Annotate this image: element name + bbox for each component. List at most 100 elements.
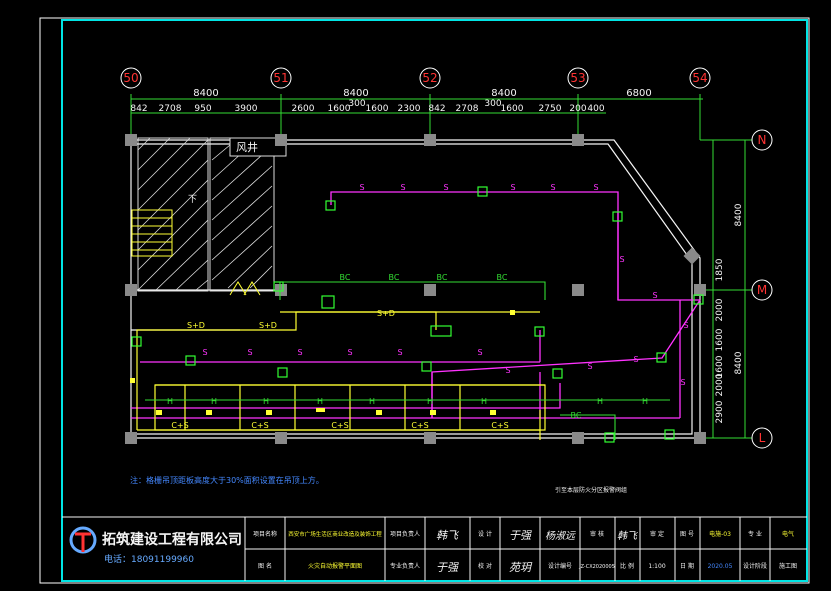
dim-seg: 950: [194, 104, 211, 114]
dim-total-4: 6800: [626, 88, 651, 99]
pipe-label-s: S: [587, 362, 592, 371]
approve-label: 审 定: [650, 530, 664, 538]
stage-label: 设计阶段: [743, 562, 767, 570]
pipe-label-h: H: [597, 397, 603, 406]
dim-seg: 842: [130, 104, 147, 114]
pipe-label-cs: C+S: [331, 421, 348, 430]
dim-seg: 200: [569, 104, 586, 114]
axis-label-L: L: [759, 431, 766, 445]
stage-value: 施工图: [779, 562, 797, 570]
company-phone: 电话：18091199960: [104, 553, 194, 565]
axis-label-M: M: [757, 283, 767, 297]
project-name-value: 西安市广场生活区商业改造及装饰工程: [288, 530, 382, 538]
column: [125, 134, 137, 146]
axis-label-52: 52: [422, 71, 437, 85]
date-value: 2020.05: [708, 563, 733, 570]
column: [275, 284, 287, 296]
discipline-label: 专 业: [748, 530, 762, 538]
axis-label-N: N: [758, 133, 767, 147]
pipe-label-sd: S+D: [377, 309, 395, 318]
pipe-label-s: S: [505, 366, 510, 375]
pipe-label-h: H: [317, 397, 323, 406]
pipe-label-h: H: [642, 397, 648, 406]
pipe-label-sd: S+D: [187, 321, 205, 330]
pipe-label-h: H: [427, 397, 433, 406]
pipe-label-s: S: [247, 348, 252, 357]
pipe-label-s: S: [680, 378, 685, 387]
pipe-label-cs: C+S: [491, 421, 508, 430]
review-label: 审 核: [590, 530, 604, 538]
pipe-label-bc: BC: [497, 273, 508, 282]
discipline-value: 电气: [782, 530, 794, 538]
drawing-name-label: 图 名: [258, 562, 272, 570]
scale-value: 1:100: [648, 563, 665, 570]
specialty-lead-sig: 于强: [436, 561, 459, 574]
pipe-label-bc: BC: [571, 411, 582, 420]
column: [424, 432, 436, 444]
column: [424, 284, 436, 296]
design-sig: 于强: [509, 529, 532, 542]
pipe-label-h: H: [211, 397, 217, 406]
dim-seg: 1600: [328, 104, 351, 114]
main-note: 注：格栅吊顶距板高度大于30%面积设置在吊顶上方。: [130, 475, 324, 485]
pipe-label-s: S: [477, 348, 482, 357]
dim-total-2: 8400: [343, 88, 368, 99]
pipe-label-s: S: [397, 348, 402, 357]
dim-seg: 2750: [539, 104, 562, 114]
column: [572, 284, 584, 296]
shaft-label: 风井: [236, 140, 258, 154]
column: [572, 432, 584, 444]
column: [125, 432, 137, 444]
review-sig: 杨淑远: [545, 530, 576, 542]
column: [275, 134, 287, 146]
design-no-label: 设计编号: [548, 562, 572, 570]
check-sig: 苑玥: [509, 561, 533, 574]
pipe-label-cs: C+S: [251, 421, 268, 430]
dim-seg: 1600: [366, 104, 389, 114]
dim-right-inner: 1600: [715, 328, 725, 351]
scale-label: 比 例: [620, 562, 634, 570]
pipe-label-bc: BC: [437, 273, 448, 282]
pipe-label-s: S: [202, 348, 207, 357]
axis-label-50: 50: [123, 71, 138, 85]
dim-seg: 3900: [235, 104, 258, 114]
pipe-label-s: S: [652, 291, 657, 300]
dim-seg: 2600: [292, 104, 315, 114]
design-label: 设 计: [478, 530, 492, 538]
pipe-label-s: S: [359, 183, 364, 192]
drawing-no-label: 图 号: [680, 531, 694, 538]
dim-total-1: 8400: [193, 88, 218, 99]
specialty-lead-label: 专业负责人: [390, 562, 420, 570]
pipe-label-s: S: [443, 183, 448, 192]
axis-label-54: 54: [692, 71, 707, 85]
pipe-label-s: S: [400, 183, 405, 192]
project-lead-label: 项目负责人: [390, 530, 420, 538]
column: [572, 134, 584, 146]
dim-right-outer: 8400: [734, 351, 744, 374]
dim-seg: 2708: [456, 104, 479, 114]
dim-total-3: 8400: [491, 88, 516, 99]
pipe-label-s: S: [297, 348, 302, 357]
pipe-label-h: H: [481, 397, 487, 406]
column: [424, 134, 436, 146]
pipe-label-cs: C+S: [411, 421, 428, 430]
dim-seg: 1600: [501, 104, 524, 114]
pipe-label-h: H: [167, 397, 173, 406]
pipe-label-h: H: [263, 397, 269, 406]
column: [125, 284, 137, 296]
pipe-label-s: S: [633, 355, 638, 364]
axis-label-53: 53: [570, 71, 585, 85]
column: [694, 432, 706, 444]
pipe-label-s: S: [683, 321, 688, 330]
pipe-label-s: S: [510, 183, 515, 192]
dim-seg: 300: [484, 99, 501, 109]
column: [275, 432, 287, 444]
date-label: 日 期: [680, 562, 694, 570]
pipe-label-h: H: [369, 397, 375, 406]
check-label: 校 对: [478, 562, 492, 570]
dim-right-inner: 2900: [715, 400, 725, 423]
pipe-label-s: S: [550, 183, 555, 192]
pipe-label-cs: C+S: [171, 421, 188, 430]
pipe-label-s: S: [619, 255, 624, 264]
axis-label-51: 51: [273, 71, 288, 85]
